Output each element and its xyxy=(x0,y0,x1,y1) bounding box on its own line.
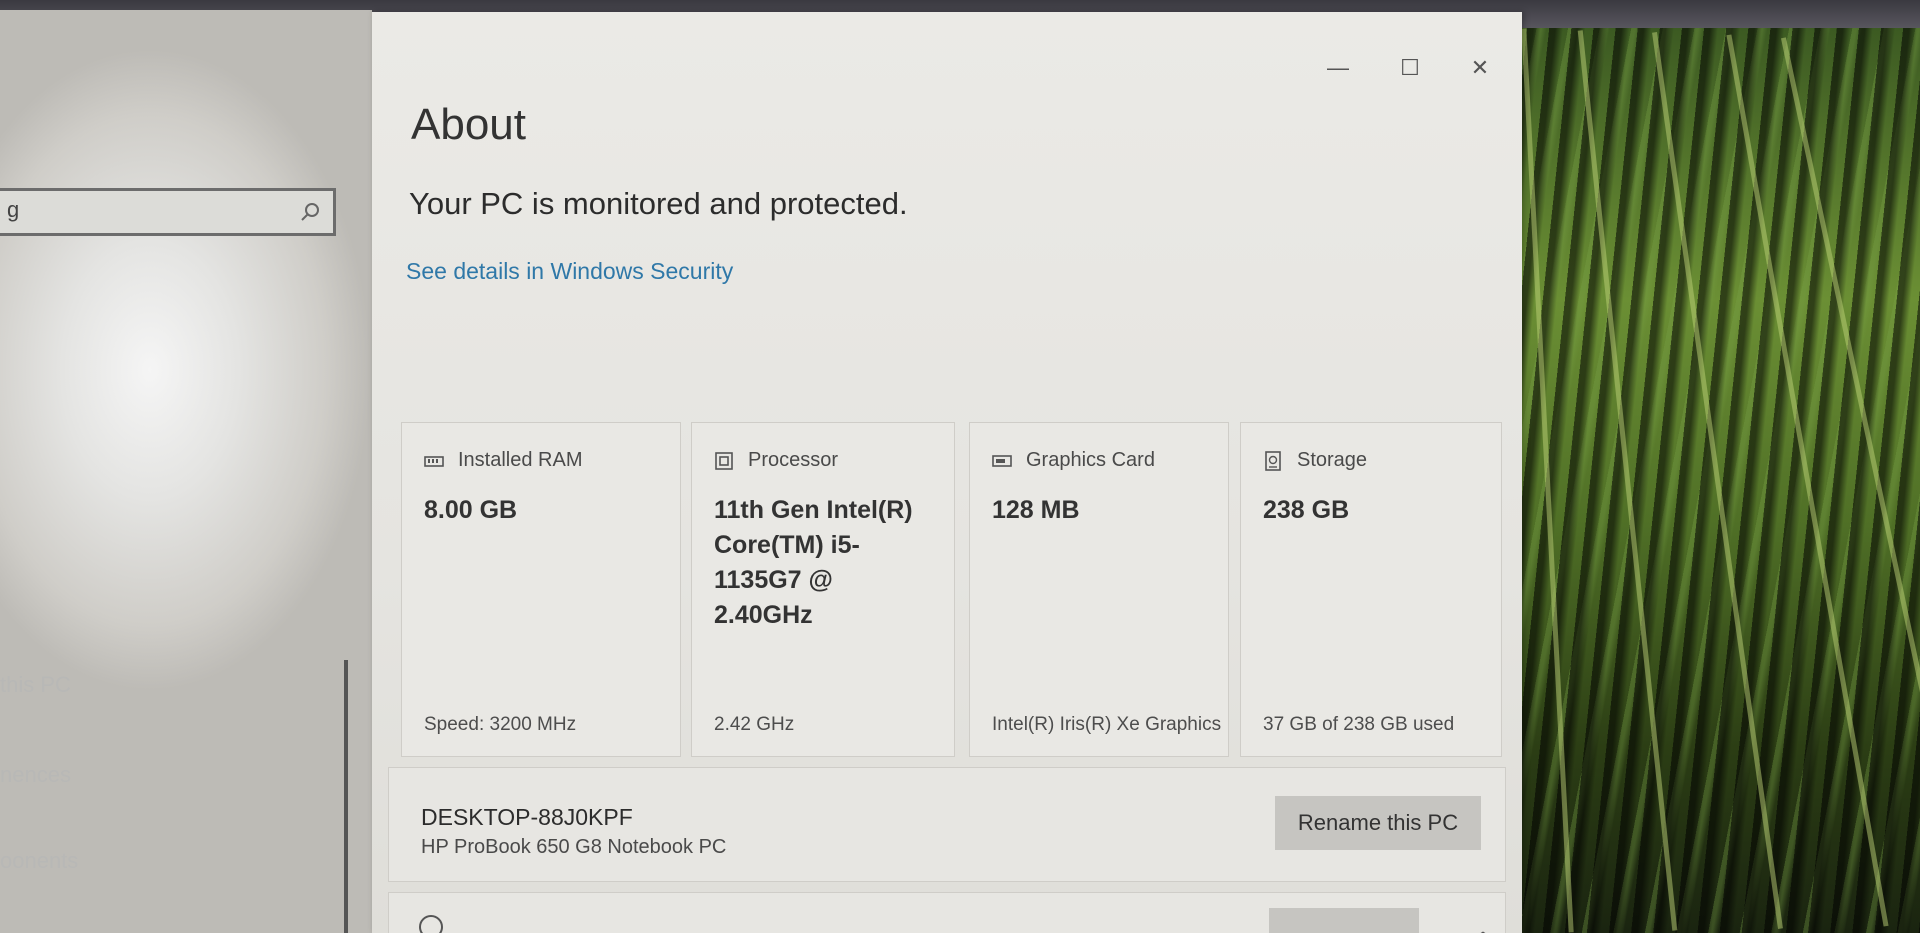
bamboo-stalk xyxy=(1780,37,1920,924)
spec-detail: 2.42 GHz xyxy=(714,714,795,735)
desktop-wallpaper xyxy=(1505,28,1920,933)
page-title: About xyxy=(411,100,526,149)
spec-card-storage: Storage 238 GB 37 GB of 238 GB used xyxy=(1240,422,1502,757)
spec-card-processor: Processor 11th Gen Intel(R) Core(TM) i5-… xyxy=(691,422,955,757)
maximize-button[interactable]: ☐ xyxy=(1390,48,1430,88)
spec-value: 128 MB xyxy=(992,496,1080,524)
search-input[interactable]: g xyxy=(0,188,336,236)
spec-label: Processor xyxy=(748,449,839,471)
spec-card-ram: Installed RAM 8.00 GB Speed: 3200 MHz xyxy=(401,422,681,757)
windows-security-link[interactable]: See details in Windows Security xyxy=(406,258,733,285)
device-name-panel: DESKTOP-88J0KPF HP ProBook 650 G8 Notebo… xyxy=(388,767,1506,882)
screen-photo: g this PC nences oonents — ☐ ✕ About You… xyxy=(0,0,1920,933)
sidebar-item-experiences[interactable]: nences xyxy=(0,762,71,788)
storage-icon xyxy=(1265,450,1281,471)
rename-pc-button[interactable]: Rename this PC xyxy=(1275,796,1481,850)
spec-label: Graphics Card xyxy=(1026,449,1155,471)
graphics-card-icon xyxy=(992,454,1012,467)
bamboo-stalk xyxy=(1577,30,1678,931)
spec-detail: Intel(R) Iris(R) Xe Graphics xyxy=(992,714,1222,735)
spec-value: 11th Gen Intel(R) Core(TM) i5-1135G7 @ 2… xyxy=(714,496,913,629)
settings-sidebar: g this PC nences oonents xyxy=(0,10,372,933)
ram-icon xyxy=(424,455,444,467)
bamboo-stalk xyxy=(1726,34,1889,927)
spec-value: 238 GB xyxy=(1263,496,1350,524)
spec-label: Installed RAM xyxy=(458,449,583,471)
spec-detail: Speed: 3200 MHz xyxy=(424,714,577,735)
device-model: HP ProBook 650 G8 Notebook PC xyxy=(421,836,727,858)
spec-detail: 37 GB of 238 GB used xyxy=(1263,714,1455,735)
close-button[interactable]: ✕ xyxy=(1460,48,1500,88)
processor-icon xyxy=(715,451,733,470)
search-input-value: g xyxy=(7,197,20,222)
spec-label: Storage xyxy=(1297,449,1368,471)
spec-card-graphics: Graphics Card 128 MB Intel(R) Iris(R) Xe… xyxy=(969,422,1229,757)
minimize-button[interactable]: — xyxy=(1318,48,1358,88)
bamboo-stalk xyxy=(1521,28,1574,933)
sidebar-item-about-this-pc[interactable]: this PC xyxy=(0,672,71,698)
sidebar-item-components[interactable]: oonents xyxy=(0,848,78,874)
protection-status: Your PC is monitored and protected. xyxy=(409,186,908,221)
device-name: DESKTOP-88J0KPF xyxy=(421,804,633,830)
circle-icon xyxy=(419,915,443,933)
panel-action-button[interactable] xyxy=(1269,908,1419,933)
next-settings-panel: ︿ xyxy=(388,892,1506,933)
sidebar-scrollbar[interactable] xyxy=(344,660,348,933)
search-icon[interactable] xyxy=(299,201,321,223)
bamboo-stalk xyxy=(1652,32,1783,929)
spec-value: 8.00 GB xyxy=(424,496,518,524)
chevron-up-icon[interactable]: ︿ xyxy=(1474,917,1492,933)
